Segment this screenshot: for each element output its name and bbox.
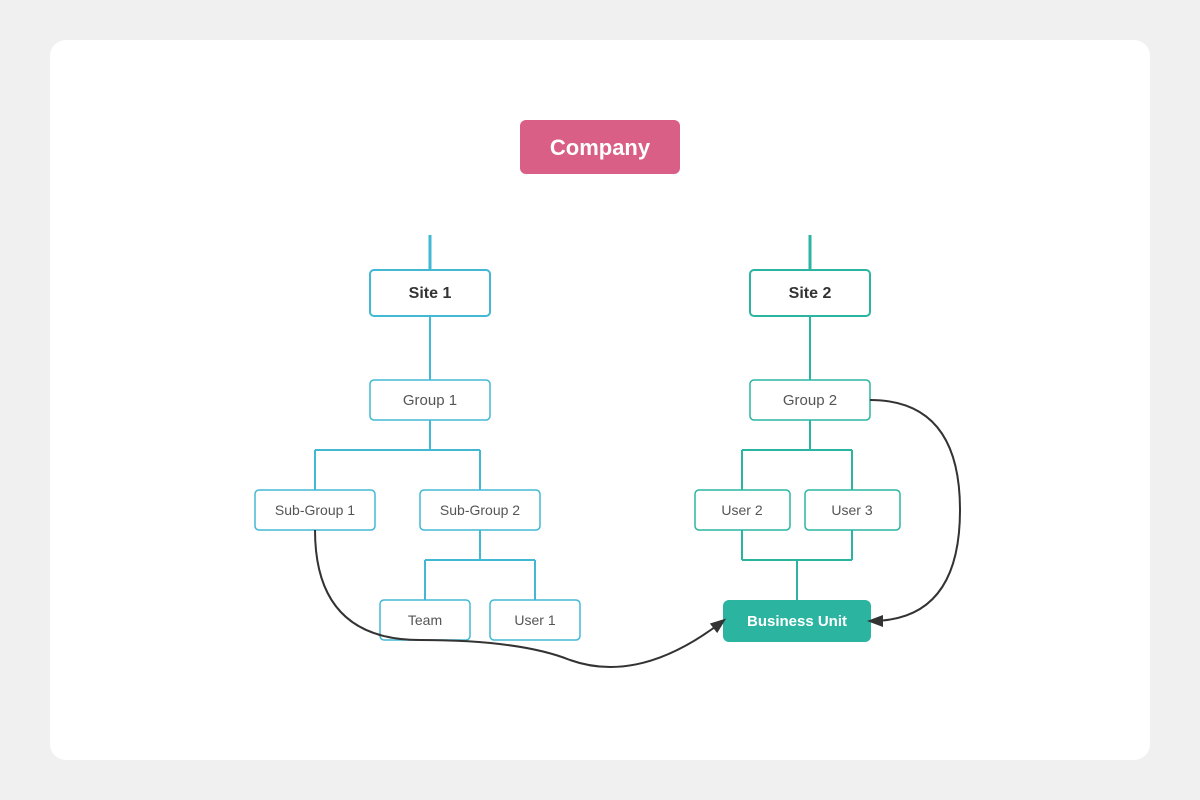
user1-label: User 1 [514,612,555,628]
group2-node: Group 2 [750,380,870,420]
group1-label: Group 1 [403,392,457,409]
subgroup1-label: Sub-Group 1 [275,502,355,518]
team-label: Team [408,612,442,628]
site1-label: Site 1 [409,285,452,302]
subgroup2-label: Sub-Group 2 [440,502,520,518]
subgroup1-node: Sub-Group 1 [255,490,375,530]
site2-node: Site 2 [750,270,870,316]
company-label: Company [550,135,651,160]
user2-label: User 2 [721,502,762,518]
company-node: Company [520,120,680,174]
site1-node: Site 1 [370,270,490,316]
group2-label: Group 2 [783,392,837,409]
group1-node: Group 1 [370,380,490,420]
user1-node: User 1 [490,600,580,640]
team-node: Team [380,600,470,640]
site2-label: Site 2 [789,285,832,302]
businessunit-node: Business Unit [723,600,871,642]
user3-label: User 3 [831,502,872,518]
user2-node: User 2 [695,490,790,530]
user3-node: User 3 [805,490,900,530]
subgroup2-node: Sub-Group 2 [420,490,540,530]
diagram-card: Company Site 1 Site 2 Group 1 [50,40,1150,760]
businessunit-label: Business Unit [747,613,847,630]
